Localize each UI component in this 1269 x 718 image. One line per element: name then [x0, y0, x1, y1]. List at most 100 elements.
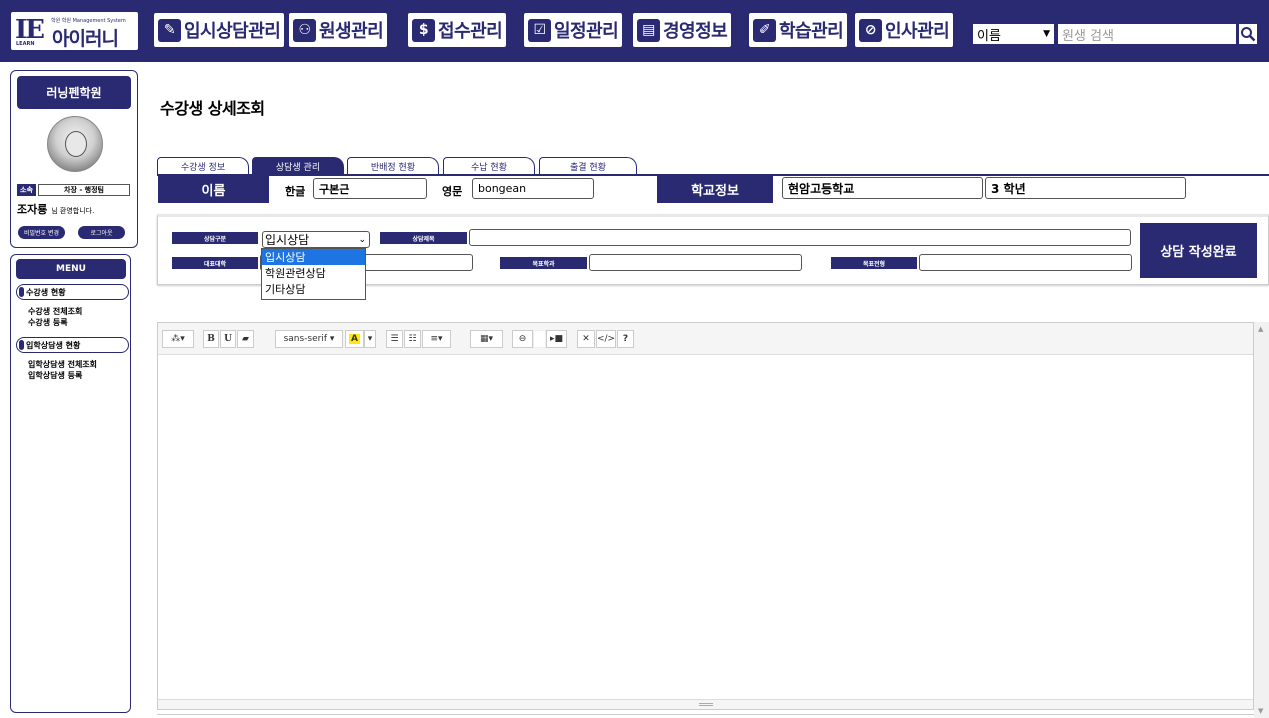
- consult-type-dropdown: 입시상담 학원관련상담 기타상담: [261, 248, 366, 300]
- fullscreen-icon[interactable]: ✕: [577, 330, 595, 348]
- font-name: sans-serif: [283, 334, 328, 344]
- picture-icon[interactable]: [533, 330, 546, 348]
- logo-subtitle: 학원 학원 Management System: [51, 18, 126, 24]
- editor-resize-handle[interactable]: [158, 699, 1253, 709]
- table-icon[interactable]: ▦▾: [470, 330, 503, 348]
- underline-button[interactable]: U: [220, 330, 236, 348]
- menu-group-admission-status[interactable]: 입학상담생 현황: [16, 337, 129, 353]
- logout-button[interactable]: 로그아웃: [78, 226, 125, 239]
- numbered-list-icon[interactable]: ☷: [404, 330, 421, 348]
- top-navigation-bar: IE LEARN 학원 학원 Management System 아이러니 ✎ …: [0, 0, 1269, 62]
- bold-button[interactable]: B: [203, 330, 219, 348]
- academy-name: 러닝펜학원: [17, 76, 131, 109]
- menu-group-label: 수강생 현황: [26, 287, 66, 297]
- menu-group-label: 입학상담생 현황: [26, 340, 81, 350]
- tab-student-info[interactable]: 수강생 정보: [157, 157, 249, 174]
- target-department-input[interactable]: [589, 254, 802, 271]
- dropdown-option-other[interactable]: 기타상담: [262, 281, 365, 297]
- consult-title-input[interactable]: [469, 229, 1131, 246]
- nav-label: 일정관리: [554, 21, 619, 42]
- menu-header: MENU: [16, 259, 126, 279]
- consult-save-button[interactable]: 상담 작성완료: [1140, 223, 1257, 278]
- checkbox-icon: ☑: [528, 18, 551, 42]
- text-color-icon[interactable]: A: [345, 330, 364, 348]
- nav-learning[interactable]: ✐ 학습관리: [749, 13, 848, 47]
- dropdown-option-admission[interactable]: 입시상담: [262, 249, 365, 265]
- chevron-down-icon: ▾: [327, 334, 335, 344]
- tab-consult-management[interactable]: 상담생 관리: [252, 157, 344, 174]
- menu-item-student-list[interactable]: 수강생 전체조회: [28, 306, 82, 317]
- user-name: 조자룡: [17, 203, 48, 216]
- rich-text-editor: ⁂▾ B U ▰ sans-serif ▾ A ▾ ☰ ☷ ≡▾ ▦▾ ⊖ ▸■…: [157, 322, 1254, 710]
- nav-registration[interactable]: $ 접수관리: [408, 13, 507, 47]
- nav-label: 경영정보: [663, 21, 728, 42]
- nav-hr[interactable]: ⊘ 인사관리: [855, 13, 954, 47]
- resize-grip-icon: [698, 703, 713, 706]
- search-button[interactable]: [1237, 22, 1259, 46]
- video-icon[interactable]: ▸■: [546, 330, 567, 348]
- menu-item-student-register[interactable]: 수강생 등록: [28, 317, 68, 328]
- dropdown-option-academy[interactable]: 학원관련상담: [262, 265, 365, 281]
- nav-label: 접수관리: [438, 21, 503, 42]
- nav-label: 학습관리: [779, 21, 844, 42]
- help-button[interactable]: ?: [617, 330, 634, 348]
- bullet-list-icon[interactable]: ☰: [386, 330, 403, 348]
- page-title: 수강생 상세조회: [160, 99, 265, 118]
- bottom-divider: [157, 714, 1254, 715]
- target-admission-type-input[interactable]: [919, 254, 1132, 271]
- bullet-icon: [19, 340, 24, 350]
- chevron-down-icon: ⌄: [358, 234, 366, 245]
- nav-schedule[interactable]: ☑ 일정관리: [524, 13, 623, 47]
- menu-item-admission-list[interactable]: 입학상담생 전체조회: [28, 359, 97, 370]
- color-swatch: A: [349, 334, 360, 344]
- consult-type-select[interactable]: 입시상담 ⌄: [262, 231, 370, 248]
- brand-logo[interactable]: IE LEARN 학원 학원 Management System 아이러니: [11, 12, 138, 50]
- person-icon: ⚇: [293, 18, 316, 42]
- magic-wand-icon[interactable]: ⁂▾: [162, 330, 194, 348]
- menu-item-admission-register[interactable]: 입학상담생 등록: [28, 370, 82, 381]
- profile-panel: 러닝펜학원 소속 차장 - 행정팀 조자룡 님 환영합니다. 비밀번호 변경 로…: [10, 70, 138, 248]
- english-label: 영문: [442, 185, 463, 198]
- consult-type-value: 입시상담: [265, 233, 310, 247]
- logo-learn: LEARN: [16, 41, 35, 47]
- english-name-field[interactable]: bongean: [472, 178, 594, 199]
- align-icon[interactable]: ≡▾: [422, 330, 451, 348]
- avatar-face: [65, 131, 87, 157]
- code-view-button[interactable]: </>: [596, 330, 616, 348]
- eraser-icon[interactable]: ▰: [237, 330, 254, 348]
- menu-group-student-status[interactable]: 수강생 현황: [16, 284, 129, 300]
- bullet-icon: [19, 287, 24, 297]
- korean-label: 한글: [285, 185, 306, 198]
- nav-label: 입시상담관리: [184, 21, 281, 42]
- page: IE LEARN 학원 학원 Management System 아이러니 ✎ …: [0, 0, 1269, 718]
- nav-label: 인사관리: [885, 21, 950, 42]
- nav-student-management[interactable]: ⚇ 원생관리: [289, 13, 388, 47]
- tab-class-assignment[interactable]: 반배정 현황: [347, 157, 439, 174]
- grade-field[interactable]: 3 학년: [985, 177, 1186, 199]
- nav-management-info[interactable]: ▤ 경영정보: [633, 13, 732, 47]
- document-icon: ▤: [637, 18, 660, 42]
- school-name-field[interactable]: 현암고등학교: [782, 177, 983, 199]
- scroll-up-icon[interactable]: ▲: [1258, 325, 1263, 333]
- tab-attendance-status[interactable]: 출결 현황: [539, 157, 637, 174]
- welcome-suffix: 님 환영합니다.: [51, 207, 95, 215]
- nav-admission-consult[interactable]: ✎ 입시상담관리: [154, 13, 285, 47]
- font-family-select[interactable]: sans-serif ▾: [275, 330, 343, 348]
- search-type-select[interactable]: 이름 ▼: [972, 23, 1055, 45]
- welcome-text: 조자룡 님 환영합니다.: [17, 201, 94, 217]
- tab-payment-status[interactable]: 수납 현황: [443, 157, 535, 174]
- color-dropdown-icon[interactable]: ▾: [364, 330, 376, 348]
- editor-body[interactable]: [158, 355, 1253, 700]
- affiliation-label: 소속: [17, 184, 36, 196]
- link-icon[interactable]: ⊖: [512, 330, 533, 348]
- pencil-icon: ✎: [158, 18, 181, 42]
- scroll-down-icon[interactable]: ▼: [1258, 707, 1263, 715]
- korean-name-field[interactable]: 구본근: [313, 178, 427, 199]
- page-scrollbar[interactable]: ▲ ▼: [1254, 322, 1269, 718]
- search-input[interactable]: 원생 검색: [1057, 23, 1237, 45]
- change-password-button[interactable]: 비밀번호 변경: [18, 226, 65, 239]
- consult-title-label: 상담제목: [380, 232, 467, 244]
- menu-panel: MENU 수강생 현황 수강생 전체조회 수강생 등록 입학상담생 현황 입학상…: [10, 254, 131, 713]
- target-admission-type-label: 목표전형: [831, 257, 917, 269]
- edit-icon: ✐: [753, 18, 776, 42]
